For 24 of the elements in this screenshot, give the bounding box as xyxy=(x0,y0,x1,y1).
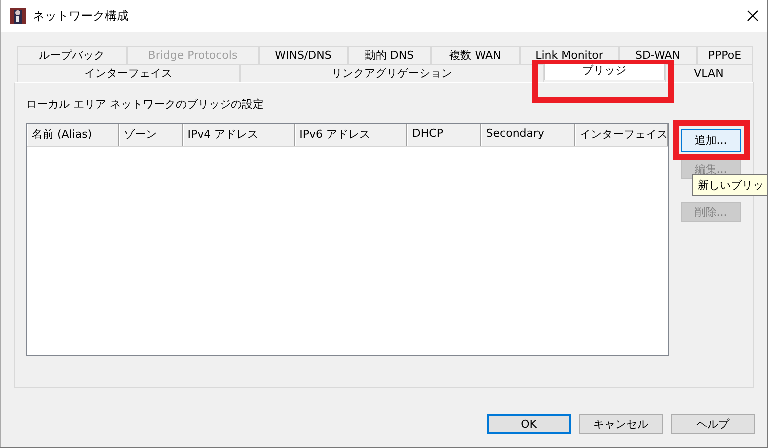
dialog-button[interactable]: ヘルプ xyxy=(671,414,755,434)
app-icon xyxy=(10,8,26,24)
tab[interactable]: WINS/DNS xyxy=(259,46,348,64)
column-header[interactable]: 名前 (Alias) xyxy=(27,124,119,146)
column-header[interactable]: Secondary xyxy=(481,124,576,146)
column-header[interactable]: ゾーン xyxy=(118,124,183,146)
tab[interactable]: インターフェイス xyxy=(17,64,240,82)
tab[interactable]: PPPoE xyxy=(697,46,753,64)
dialog-button[interactable]: OK xyxy=(487,414,571,434)
dialog-button[interactable]: キャンセル xyxy=(579,414,663,434)
tab[interactable]: VLAN xyxy=(665,64,753,82)
side-button[interactable]: 追加... xyxy=(681,129,741,152)
column-header[interactable]: IPv4 アドレス xyxy=(182,124,295,146)
tab[interactable]: ループバック xyxy=(17,46,127,64)
column-header[interactable]: IPv6 アドレス xyxy=(294,124,408,146)
tooltip: 新しいブリッ xyxy=(692,174,767,196)
window-title: ネットワーク構成 xyxy=(33,8,130,24)
tab[interactable]: リンクアグリゲーション xyxy=(240,64,544,82)
tab[interactable]: 複数 WAN xyxy=(431,46,520,64)
column-header[interactable]: DHCP xyxy=(407,124,482,146)
tab[interactable]: 動的 DNS xyxy=(348,46,431,64)
close-icon[interactable] xyxy=(747,10,759,22)
section-heading: ローカル エリア ネットワークのブリッジの設定 xyxy=(26,97,265,112)
column-header[interactable]: インターフェイス xyxy=(575,124,668,146)
